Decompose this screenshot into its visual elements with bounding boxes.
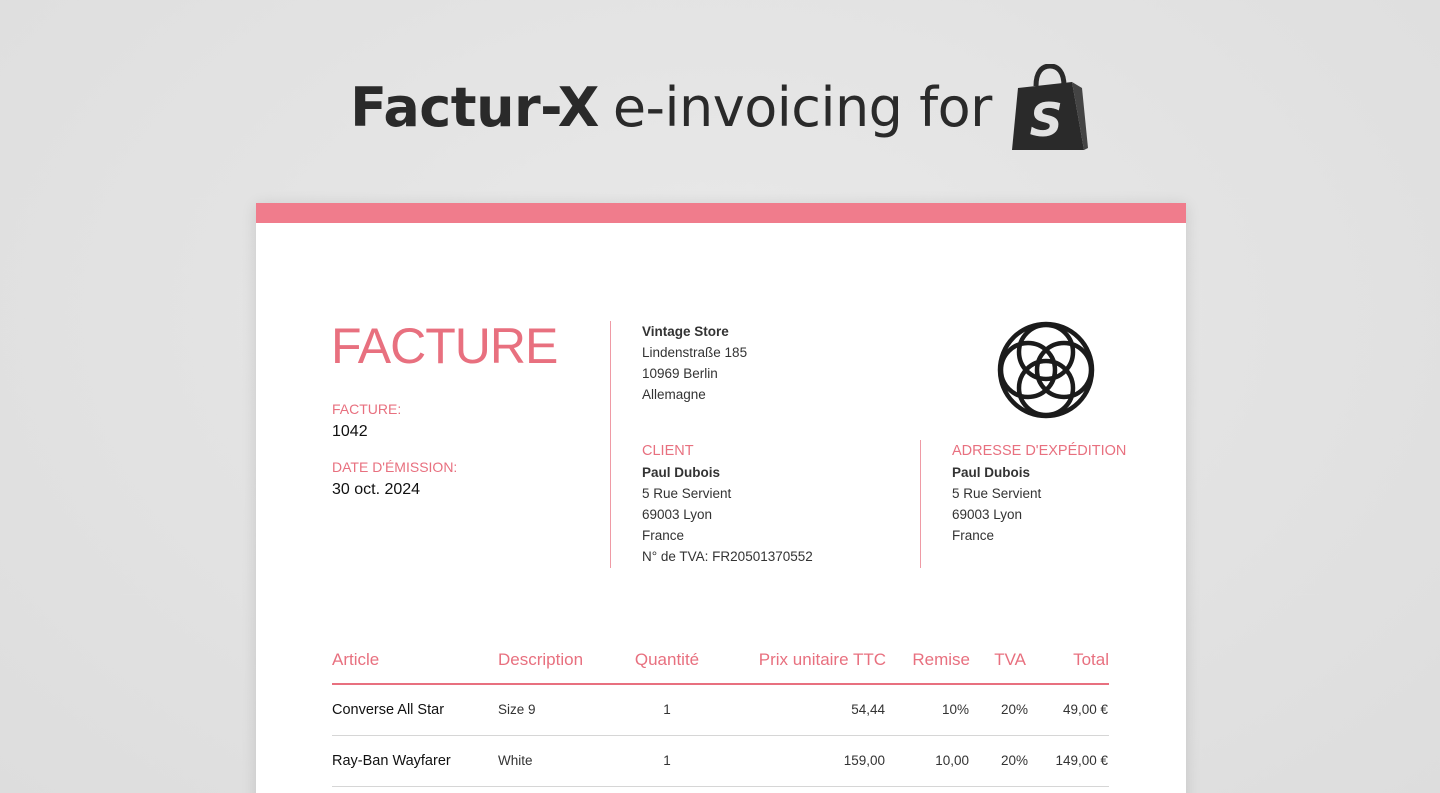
seller-name: Vintage Store [642,324,729,339]
client-name: Paul Dubois [642,465,721,480]
cell-description: Size 9 [498,702,536,717]
banner-text: e-invoicing for [612,76,993,139]
shopify-bag-icon: S [1010,63,1090,152]
client-line: 69003 Lyon [642,507,713,522]
column-header-article: Article [332,650,380,669]
seller-address: Vintage Store Lindenstraße 185 10969 Ber… [642,321,747,405]
cell-total: 149,00 € [1055,753,1108,768]
invoice-top-bar [256,203,1186,223]
cell-quantity: 1 [663,702,671,717]
client-vat: N° de TVA: FR20501370552 [642,549,813,564]
seller-line: Lindenstraße 185 [642,345,748,360]
client-label: CLIENT [642,443,694,459]
client-line: France [642,528,685,543]
cell-total: 49,00 € [1062,702,1108,717]
invoice-title: FACTURE [331,318,558,374]
cell-discount: 10,00 [935,753,969,768]
column-header-quantity: Quantité [634,650,700,669]
invoice-number-label: FACTURE: [332,401,402,417]
shipping-name: Paul Dubois [952,465,1031,480]
store-logo-icon [996,320,1096,420]
divider-vertical [610,321,611,568]
shipping-line: 5 Rue Servient [952,486,1042,501]
shipping-line: 69003 Lyon [952,507,1023,522]
cell-quantity: 1 [663,753,671,768]
shipping-line: France [952,528,995,543]
cell-article: Converse All Star [332,702,445,718]
table-row: Ray-Ban Wayfarer White 1 159,00 10,00 20… [332,736,1109,787]
invoice-date: 30 oct. 2024 [332,481,421,498]
column-header-total: Total [1073,650,1109,669]
line-items-table: Article Description Quantité Prix unitai… [332,645,1109,787]
cell-unit-price: 159,00 [843,753,885,768]
seller-line: 10969 Berlin [642,366,718,381]
cell-description: White [498,753,533,768]
shipping-address: ADRESSE D'EXPÉDITION Paul Dubois 5 Rue S… [952,440,1126,546]
client-line: 5 Rue Servient [642,486,732,501]
cell-vat: 20% [1000,702,1028,717]
divider-vertical [920,440,921,568]
svg-text:S: S [1030,93,1063,147]
seller-line: Allemagne [642,387,706,402]
table-header: Article Description Quantité Prix unitai… [332,645,1109,685]
cell-vat: 20% [1000,753,1028,768]
cell-unit-price: 54,44 [851,702,885,717]
column-header-description: Description [498,650,584,669]
shipping-label: ADRESSE D'EXPÉDITION [952,443,1127,459]
invoice-sheet: FACTURE FACTURE: 1042 DATE D'ÉMISSION: 3… [256,203,1186,793]
column-header-discount: Remise [912,650,970,669]
cell-discount: 10% [941,702,969,717]
cell-article: Ray-Ban Wayfarer [332,753,451,769]
banner-bold-text: Factur-X [350,76,599,139]
banner-headline: Factur-X e-invoicing for S [0,63,1440,150]
invoice-date-label: DATE D'ÉMISSION: [332,459,458,475]
table-row: Converse All Star Size 9 1 54,44 10% 20%… [332,685,1109,736]
client-address: CLIENT Paul Dubois 5 Rue Servient 69003 … [642,440,813,567]
column-header-unit-price: Prix unitaire TTC [758,650,886,669]
invoice-number: 1042 [332,423,368,440]
column-header-vat: TVA [994,650,1026,669]
